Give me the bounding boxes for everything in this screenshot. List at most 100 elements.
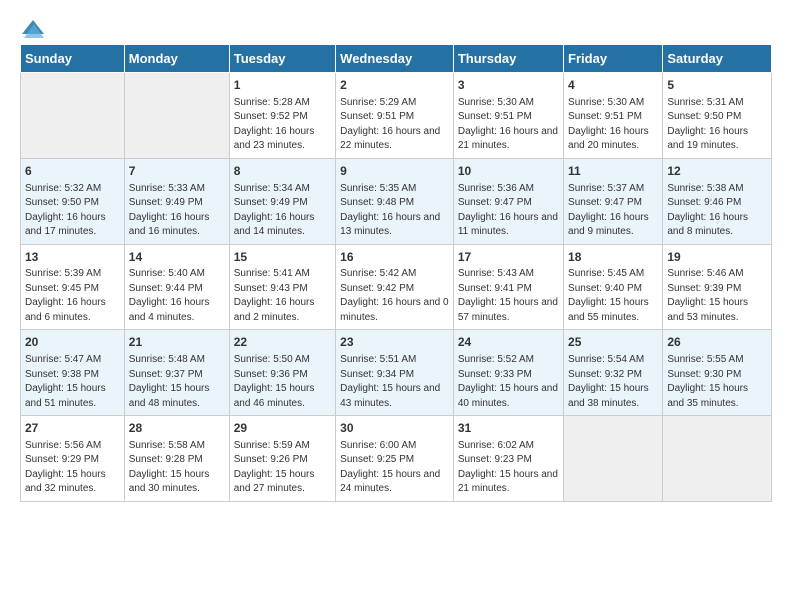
day-number: 5: [667, 77, 767, 94]
calendar-cell: 8 Sunrise: 5:34 AMSunset: 9:49 PMDaylight…: [229, 158, 335, 244]
calendar-cell: 7Sunrise: 5:33 AMSunset: 9:49 PMDaylight…: [124, 158, 229, 244]
calendar-cell: 18Sunrise: 5:45 AMSunset: 9:40 PMDayligh…: [564, 244, 663, 330]
calendar-cell: 22 Sunrise: 5:50 AMSunset: 9:36 PMDayligh…: [229, 330, 335, 416]
cell-content: Sunrise: 5:48 AMSunset: 9:37 PMDaylight:…: [129, 353, 225, 411]
calendar-cell: 3 Sunrise: 5:30 AMSunset: 9:51 PMDaylight…: [453, 73, 563, 159]
calendar-cell: 21 Sunrise: 5:48 AMSunset: 9:37 PMDayligh…: [124, 330, 229, 416]
calendar-cell: 25 Sunrise: 5:54 AMSunset: 9:32 PMDayligh…: [564, 330, 663, 416]
calendar-cell: 23 Sunrise: 5:51 AMSunset: 9:34 PMDayligh…: [336, 330, 454, 416]
cell-content: Sunrise: 5:34 AMSunset: 9:49 PMDaylight:…: [234, 182, 331, 240]
day-number: 4: [568, 77, 658, 94]
day-number: 10: [458, 163, 559, 180]
calendar-cell: 14Sunrise: 5:40 AMSunset: 9:44 PMDayligh…: [124, 244, 229, 330]
cell-content: Sunrise: 6:00 AMSunset: 9:25 PMDaylight:…: [340, 439, 449, 497]
day-number: 1: [234, 77, 331, 94]
day-number: 13: [25, 249, 120, 266]
page-header: [20, 20, 772, 34]
cell-content: Sunrise: 5:35 AMSunset: 9:48 PMDaylight:…: [340, 182, 449, 240]
calendar-week-row: 1 Sunrise: 5:28 AMSunset: 9:52 PMDaylight…: [21, 73, 772, 159]
cell-content: Sunrise: 5:58 AMSunset: 9:28 PMDaylight:…: [129, 439, 225, 497]
cell-content: Sunrise: 5:54 AMSunset: 9:32 PMDaylight:…: [568, 353, 658, 411]
calendar-cell: 17Sunrise: 5:43 AMSunset: 9:41 PMDayligh…: [453, 244, 563, 330]
cell-content: Sunrise: 5:52 AMSunset: 9:33 PMDaylight:…: [458, 353, 559, 411]
calendar-cell: 6Sunrise: 5:32 AMSunset: 9:50 PMDaylight…: [21, 158, 125, 244]
cell-content: Sunrise: 5:40 AMSunset: 9:44 PMDaylight:…: [129, 267, 225, 325]
day-number: 24: [458, 334, 559, 351]
cell-content: Sunrise: 5:30 AMSunset: 9:51 PMDaylight:…: [458, 96, 559, 154]
calendar-cell: [663, 416, 772, 502]
day-number: 16: [340, 249, 449, 266]
day-number: 25: [568, 334, 658, 351]
day-number: 23: [340, 334, 449, 351]
day-number: 8: [234, 163, 331, 180]
header-friday: Friday: [564, 45, 663, 73]
cell-content: Sunrise: 5:36 AMSunset: 9:47 PMDaylight:…: [458, 182, 559, 240]
calendar-cell: 15Sunrise: 5:41 AMSunset: 9:43 PMDayligh…: [229, 244, 335, 330]
day-number: 11: [568, 163, 658, 180]
calendar-cell: 27 Sunrise: 5:56 AMSunset: 9:29 PMDayligh…: [21, 416, 125, 502]
cell-content: Sunrise: 5:47 AMSunset: 9:38 PMDaylight:…: [25, 353, 120, 411]
calendar-cell: 31 Sunrise: 6:02 AMSunset: 9:23 PMDayligh…: [453, 416, 563, 502]
day-number: 17: [458, 249, 559, 266]
day-number: 9: [340, 163, 449, 180]
calendar-cell: 16Sunrise: 5:42 AMSunset: 9:42 PMDayligh…: [336, 244, 454, 330]
header-sunday: Sunday: [21, 45, 125, 73]
day-number: 20: [25, 334, 120, 351]
cell-content: Sunrise: 5:41 AMSunset: 9:43 PMDaylight:…: [234, 267, 331, 325]
calendar-cell: 26 Sunrise: 5:55 AMSunset: 9:30 PMDayligh…: [663, 330, 772, 416]
cell-content: Sunrise: 5:32 AMSunset: 9:50 PMDaylight:…: [25, 182, 120, 240]
cell-content: Sunrise: 6:02 AMSunset: 9:23 PMDaylight:…: [458, 439, 559, 497]
cell-content: Sunrise: 5:31 AMSunset: 9:50 PMDaylight:…: [667, 96, 767, 154]
cell-content: Sunrise: 5:45 AMSunset: 9:40 PMDaylight:…: [568, 267, 658, 325]
day-number: 22: [234, 334, 331, 351]
cell-content: Sunrise: 5:39 AMSunset: 9:45 PMDaylight:…: [25, 267, 120, 325]
day-number: 31: [458, 420, 559, 437]
calendar-cell: 28 Sunrise: 5:58 AMSunset: 9:28 PMDayligh…: [124, 416, 229, 502]
day-number: 3: [458, 77, 559, 94]
cell-content: Sunrise: 5:37 AMSunset: 9:47 PMDaylight:…: [568, 182, 658, 240]
cell-content: Sunrise: 5:28 AMSunset: 9:52 PMDaylight:…: [234, 96, 331, 154]
day-number: 18: [568, 249, 658, 266]
calendar-cell: 11 Sunrise: 5:37 AMSunset: 9:47 PMDayligh…: [564, 158, 663, 244]
day-number: 26: [667, 334, 767, 351]
logo: [20, 20, 46, 34]
day-number: 19: [667, 249, 767, 266]
calendar-cell: 13Sunrise: 5:39 AMSunset: 9:45 PMDayligh…: [21, 244, 125, 330]
day-number: 28: [129, 420, 225, 437]
day-number: 30: [340, 420, 449, 437]
calendar-cell: 19Sunrise: 5:46 AMSunset: 9:39 PMDayligh…: [663, 244, 772, 330]
cell-content: Sunrise: 5:46 AMSunset: 9:39 PMDaylight:…: [667, 267, 767, 325]
cell-content: Sunrise: 5:30 AMSunset: 9:51 PMDaylight:…: [568, 96, 658, 154]
calendar-cell: 4 Sunrise: 5:30 AMSunset: 9:51 PMDaylight…: [564, 73, 663, 159]
cell-content: Sunrise: 5:51 AMSunset: 9:34 PMDaylight:…: [340, 353, 449, 411]
cell-content: Sunrise: 5:50 AMSunset: 9:36 PMDaylight:…: [234, 353, 331, 411]
calendar-cell: 12Sunrise: 5:38 AMSunset: 9:46 PMDayligh…: [663, 158, 772, 244]
calendar-week-row: 20 Sunrise: 5:47 AMSunset: 9:38 PMDayligh…: [21, 330, 772, 416]
calendar-cell: 10 Sunrise: 5:36 AMSunset: 9:47 PMDayligh…: [453, 158, 563, 244]
calendar-header-row: SundayMondayTuesdayWednesdayThursdayFrid…: [21, 45, 772, 73]
day-number: 21: [129, 334, 225, 351]
day-number: 2: [340, 77, 449, 94]
calendar-cell: 9 Sunrise: 5:35 AMSunset: 9:48 PMDaylight…: [336, 158, 454, 244]
calendar-cell: [124, 73, 229, 159]
day-number: 27: [25, 420, 120, 437]
calendar-cell: 1 Sunrise: 5:28 AMSunset: 9:52 PMDaylight…: [229, 73, 335, 159]
cell-content: Sunrise: 5:29 AMSunset: 9:51 PMDaylight:…: [340, 96, 449, 154]
logo-triangle-icon: [22, 20, 44, 38]
header-thursday: Thursday: [453, 45, 563, 73]
calendar-table: SundayMondayTuesdayWednesdayThursdayFrid…: [20, 44, 772, 502]
calendar-week-row: 13Sunrise: 5:39 AMSunset: 9:45 PMDayligh…: [21, 244, 772, 330]
calendar-cell: [21, 73, 125, 159]
day-number: 14: [129, 249, 225, 266]
header-tuesday: Tuesday: [229, 45, 335, 73]
calendar-cell: 29Sunrise: 5:59 AMSunset: 9:26 PMDayligh…: [229, 416, 335, 502]
day-number: 12: [667, 163, 767, 180]
cell-content: Sunrise: 5:56 AMSunset: 9:29 PMDaylight:…: [25, 439, 120, 497]
cell-content: Sunrise: 5:55 AMSunset: 9:30 PMDaylight:…: [667, 353, 767, 411]
cell-content: Sunrise: 5:43 AMSunset: 9:41 PMDaylight:…: [458, 267, 559, 325]
calendar-week-row: 27 Sunrise: 5:56 AMSunset: 9:29 PMDayligh…: [21, 416, 772, 502]
calendar-cell: [564, 416, 663, 502]
header-monday: Monday: [124, 45, 229, 73]
calendar-cell: 2 Sunrise: 5:29 AMSunset: 9:51 PMDaylight…: [336, 73, 454, 159]
calendar-cell: 24 Sunrise: 5:52 AMSunset: 9:33 PMDayligh…: [453, 330, 563, 416]
